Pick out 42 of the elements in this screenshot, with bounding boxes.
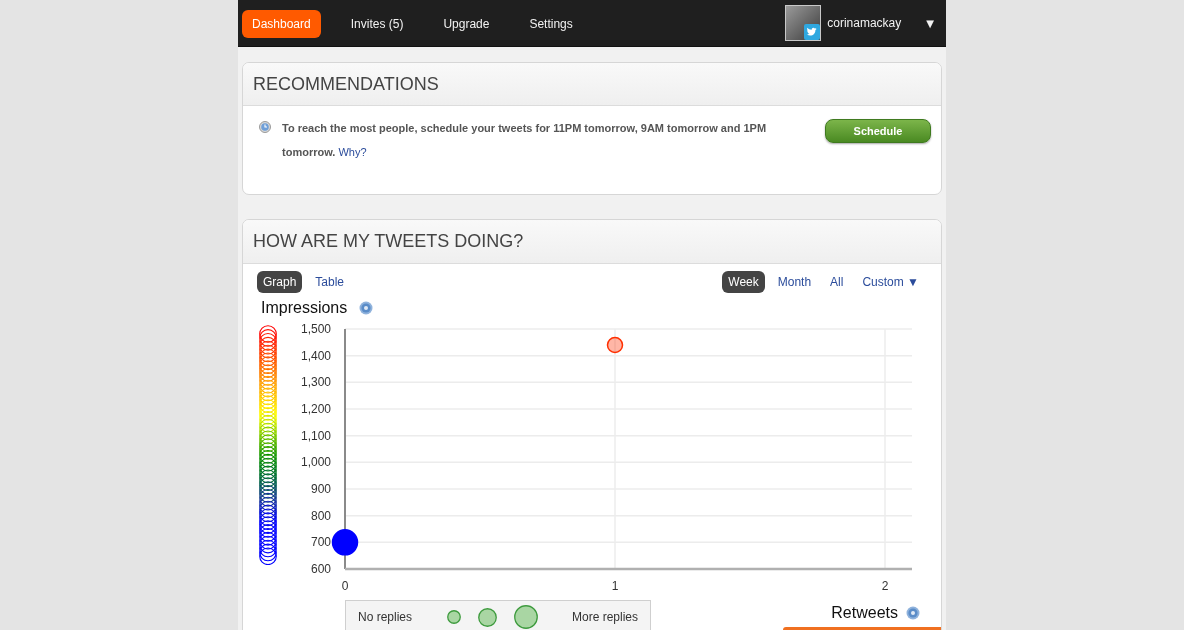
axis-tick-label: 800 (310, 508, 331, 523)
data-point[interactable] (331, 529, 359, 556)
clock-icon (259, 121, 271, 133)
axis-tick-label: 1,400 (301, 348, 331, 363)
bubble-size-icon (477, 607, 497, 627)
axis-title: Impressions (261, 299, 348, 317)
nav-tab[interactable]: Upgrade (433, 9, 500, 38)
username[interactable]: corinamackay (827, 16, 902, 30)
axis-tick-label: 1,200 (301, 402, 331, 416)
axis-tick-label: 1,500 (301, 322, 331, 336)
axis-title: Retweets (831, 604, 898, 622)
nav-tab[interactable]: Invites (5) (340, 9, 414, 38)
bird-badge-icon (804, 24, 821, 40)
axis-tick-label: 0 (341, 579, 349, 593)
range-tab[interactable]: All (824, 271, 850, 293)
axis-tick-label: 2 (881, 579, 889, 593)
legend-label: More replies (571, 610, 638, 624)
axis-tick-label: 1,000 (301, 455, 331, 470)
axis-tick-label: 900 (310, 482, 331, 496)
help-icon[interactable] (359, 301, 374, 315)
view-tab[interactable]: Table (309, 271, 351, 293)
nav-tab[interactable]: Settings (519, 9, 583, 38)
axis-tick-label: 1 (611, 579, 619, 593)
axis-tick-label: 700 (310, 535, 331, 550)
recommendation-text: To reach the most people, schedule your tweets for 11PM tomorrow, 9AM tomorrow and 1PM tomorrow. Why? (282, 121, 768, 160)
user-menu-caret[interactable]: ▼ (926, 17, 934, 29)
legend-label: No replies (358, 610, 413, 624)
range-tab[interactable]: Week (722, 271, 765, 293)
range-tab[interactable]: Month (771, 271, 818, 293)
panel-title: HOW ARE MY TWEETS DOING? (253, 231, 524, 252)
view-tab[interactable]: Graph (257, 271, 303, 293)
avatar-placeholder[interactable] (785, 5, 822, 41)
axis-tick-label: 1,100 (301, 428, 331, 443)
why-link[interactable]: Why? (338, 146, 367, 158)
axis-tick-label: 1,300 (301, 375, 331, 390)
range-tab[interactable]: Custom ▼ (856, 271, 925, 293)
data-point[interactable] (606, 336, 624, 354)
bubble-size-icon (446, 610, 461, 624)
bubble-size-icon (513, 605, 538, 629)
panel-title: RECOMMENDATIONS (253, 73, 439, 95)
axis-tick-label: 600 (310, 562, 331, 576)
help-icon[interactable] (906, 606, 920, 620)
